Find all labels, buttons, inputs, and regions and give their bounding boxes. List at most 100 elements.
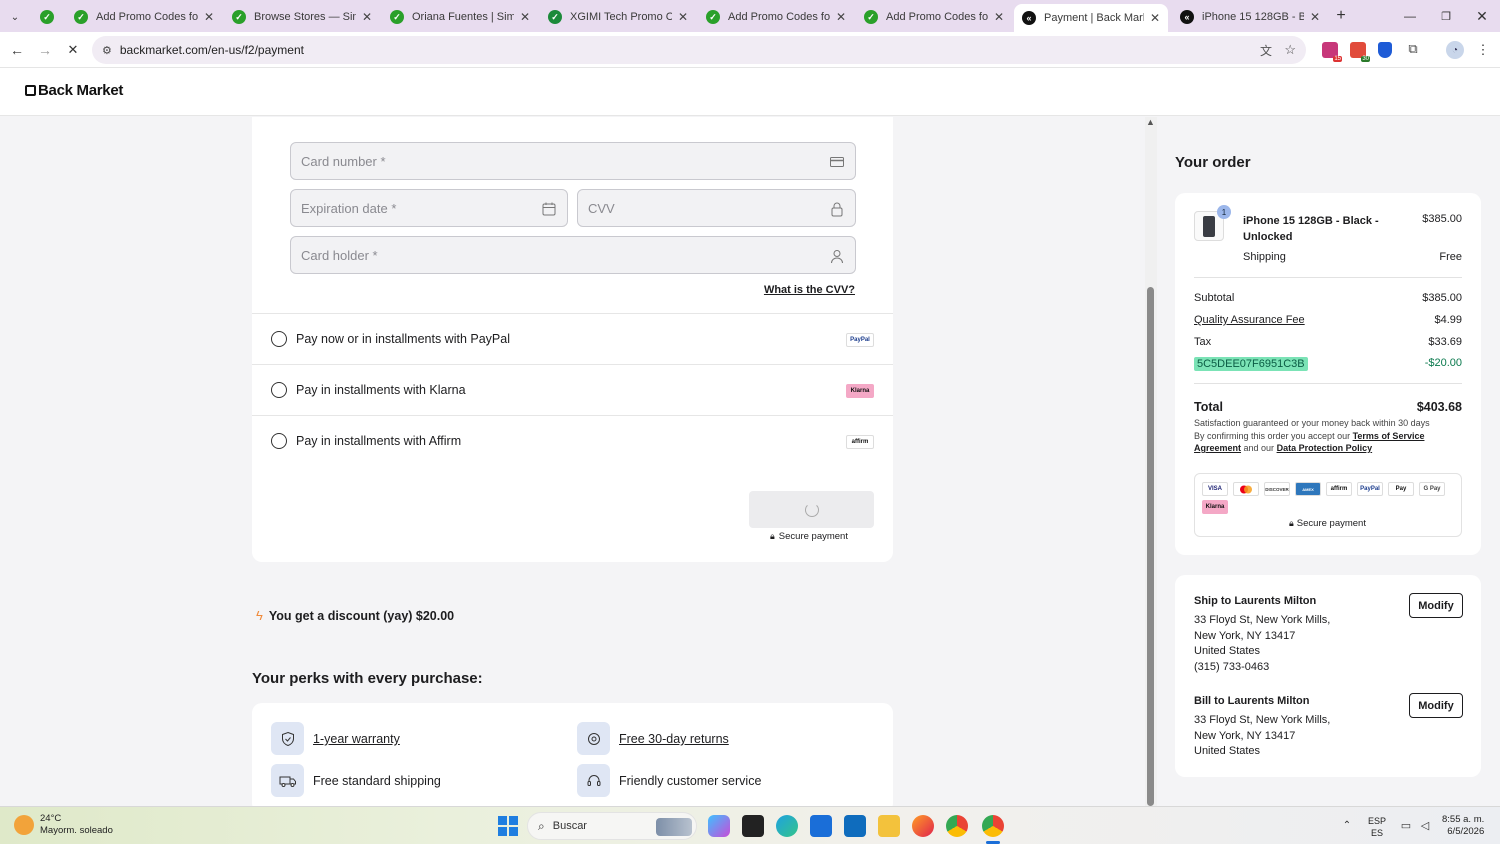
browser-menu-icon[interactable]: ⋮ — [1476, 41, 1490, 59]
radio-button[interactable] — [271, 433, 287, 449]
tax-row: Tax $33.69 — [1194, 336, 1462, 348]
tab-close-icon[interactable]: ✕ — [1310, 10, 1320, 24]
tab-title: XGIMI Tech Promo Code — [570, 11, 672, 23]
shipping-label: Shipping — [1243, 251, 1286, 263]
tab-favicon-icon: « — [1022, 11, 1036, 25]
tab-close-icon[interactable]: ✕ — [204, 10, 214, 24]
extension-icon-1[interactable]: 15 — [1322, 42, 1342, 62]
payment-option-affirm[interactable]: Pay in installments with Affirm affirm — [252, 415, 893, 466]
browser-tab[interactable]: ✓ Add Promo Codes for X ✕ — [698, 4, 854, 30]
cvv-help-link[interactable]: What is the CVV? — [764, 284, 855, 296]
windows-start-icon[interactable] — [498, 816, 518, 836]
perks-title: Your perks with every purchase: — [252, 670, 483, 687]
clock[interactable]: 8:55 a. m. 6/5/2026 — [1442, 814, 1484, 838]
qa-fee-row: Quality Assurance Fee $4.99 — [1194, 314, 1462, 326]
browser-tab[interactable]: ✓ Browse Stores — Simply ✕ — [224, 4, 380, 30]
tab-close-icon[interactable]: ✕ — [1150, 11, 1160, 25]
translate-icon[interactable]: 文 — [1260, 42, 1272, 59]
chrome-icon[interactable] — [946, 815, 968, 837]
shield-extension-icon[interactable] — [1378, 42, 1392, 58]
scrollbar-thumb[interactable] — [1147, 287, 1154, 806]
firefox-icon[interactable] — [912, 815, 934, 837]
show-hidden-icons-chevron-icon[interactable]: ⌃ — [1340, 818, 1354, 832]
minimize-button[interactable]: — — [1400, 7, 1420, 25]
tab-search-icon[interactable]: ⌄ — [6, 8, 24, 26]
tab-title: Oriana Fuentes | Simply — [412, 11, 514, 23]
card-number-field[interactable]: Card number * — [290, 142, 856, 180]
amex-logo-icon: AMEX — [1295, 482, 1321, 496]
close-window-button[interactable]: ✕ — [1472, 7, 1492, 25]
tab-close-icon[interactable]: ✕ — [520, 10, 530, 24]
store-icon[interactable] — [810, 815, 832, 837]
windows-taskbar: 24°C Mayorm. soleado ⌕ Buscar ⌃ ESP ES ▭… — [0, 806, 1500, 844]
returns-link[interactable]: Free 30-day returns — [619, 732, 729, 746]
stop-loading-icon[interactable]: ✕ — [64, 41, 82, 59]
edge-browser-icon[interactable] — [776, 815, 798, 837]
logo-mark-icon — [25, 85, 36, 96]
divider — [1194, 277, 1462, 278]
url-text: backmarket.com/en-us/f2/payment — [119, 43, 304, 57]
main-content: Card number * Expiration date * CVV Card… — [0, 117, 1145, 806]
tab-title: Add Promo Codes for B — [886, 11, 988, 23]
ship-address: 33 Floyd St, New York Mills, New York, N… — [1194, 614, 1331, 673]
tab-title: iPhone 15 128GB - Black — [1202, 11, 1304, 23]
secure-payment-note: 🔒︎ Secure payment — [770, 531, 848, 542]
language-indicator[interactable]: ESP ES — [1368, 815, 1386, 839]
loading-spinner-icon — [804, 502, 819, 517]
browser-tab[interactable]: ✓ Add Promo Codes for B ✕ — [856, 4, 1012, 30]
browser-tab[interactable]: « Payment | Back Market ✕ — [1014, 4, 1168, 32]
pay-button-loading[interactable] — [749, 491, 874, 528]
extension-icon-2[interactable]: 30 — [1350, 42, 1370, 62]
maximize-button[interactable]: ❐ — [1436, 7, 1456, 25]
browser-tab[interactable]: ✓ Add Promo Codes for Al ✕ — [66, 4, 222, 30]
modify-billing-button[interactable]: Modify — [1409, 693, 1463, 718]
taskbar-search-box[interactable]: ⌕ Buscar — [527, 812, 697, 840]
browser-tab[interactable]: ✓ — [32, 4, 64, 30]
cvv-field[interactable]: CVV — [577, 189, 856, 227]
outlook-icon[interactable] — [844, 815, 866, 837]
tab-close-icon[interactable]: ✕ — [678, 10, 688, 24]
product-name: iPhone 15 128GB - Black - Unlocked — [1243, 215, 1379, 243]
payment-methods-card: Card number * Expiration date * CVV Card… — [252, 117, 893, 562]
address-bar[interactable]: ⚙ backmarket.com/en-us/f2/payment 文 ☆ — [92, 36, 1306, 64]
warranty-link[interactable]: 1-year warranty — [313, 732, 400, 746]
browser-tab[interactable]: « iPhone 15 128GB - Black ✕ — [1172, 4, 1328, 30]
back-arrow-icon[interactable]: ← — [8, 41, 26, 59]
browser-tab[interactable]: ✓ Oriana Fuentes | Simply ✕ — [382, 4, 538, 30]
tab-favicon-icon: ✓ — [232, 10, 246, 24]
customer-service-perk-label: Friendly customer service — [619, 774, 762, 788]
new-tab-button[interactable]: + — [1332, 7, 1350, 25]
site-info-icon[interactable]: ⚙ — [102, 44, 112, 57]
payment-option-klarna[interactable]: Pay in installments with Klarna Klarna — [252, 364, 893, 415]
app-icon-black[interactable] — [742, 815, 764, 837]
extensions-puzzle-icon[interactable]: ⧉ — [1405, 41, 1421, 57]
forward-arrow-icon[interactable]: → — [36, 41, 54, 59]
payment-option-paypal[interactable]: Pay now or in installments with PayPal P… — [252, 313, 893, 364]
subtotal-row: Subtotal $385.00 — [1194, 292, 1462, 304]
privacy-policy-link[interactable]: Data Protection Policy — [1277, 443, 1373, 453]
tab-close-icon[interactable]: ✕ — [994, 10, 1004, 24]
back-market-logo[interactable]: Back Market — [25, 82, 123, 99]
file-explorer-icon[interactable] — [878, 815, 900, 837]
bookmark-star-icon[interactable]: ☆ — [1284, 42, 1296, 58]
tab-favicon-icon: ✓ — [390, 10, 404, 24]
shipping-perk-label: Free standard shipping — [313, 774, 441, 788]
modify-shipping-button[interactable]: Modify — [1409, 593, 1463, 618]
copilot-icon[interactable] — [708, 815, 730, 837]
profile-avatar-icon[interactable]: ◔ — [1446, 41, 1464, 59]
scroll-up-arrow-icon[interactable]: ▲ — [1146, 117, 1155, 127]
tab-close-icon[interactable]: ✕ — [362, 10, 372, 24]
radio-button[interactable] — [271, 382, 287, 398]
network-icon[interactable]: ▭ — [1399, 818, 1413, 832]
card-holder-field[interactable]: Card holder * — [290, 236, 856, 274]
qa-fee-link[interactable]: Quality Assurance Fee — [1194, 314, 1305, 326]
terms-text: By confirming this order you accept our … — [1194, 431, 1425, 453]
volume-icon[interactable]: ◁ — [1418, 818, 1432, 832]
bill-address: 33 Floyd St, New York Mills, New York, N… — [1194, 714, 1331, 757]
tab-close-icon[interactable]: ✕ — [836, 10, 846, 24]
radio-button[interactable] — [271, 331, 287, 347]
expiration-date-field[interactable]: Expiration date * — [290, 189, 568, 227]
chrome-active-icon[interactable] — [982, 815, 1004, 837]
weather-widget[interactable]: 24°C Mayorm. soleado — [14, 813, 113, 837]
browser-tab[interactable]: ✓ XGIMI Tech Promo Code ✕ — [540, 4, 696, 30]
